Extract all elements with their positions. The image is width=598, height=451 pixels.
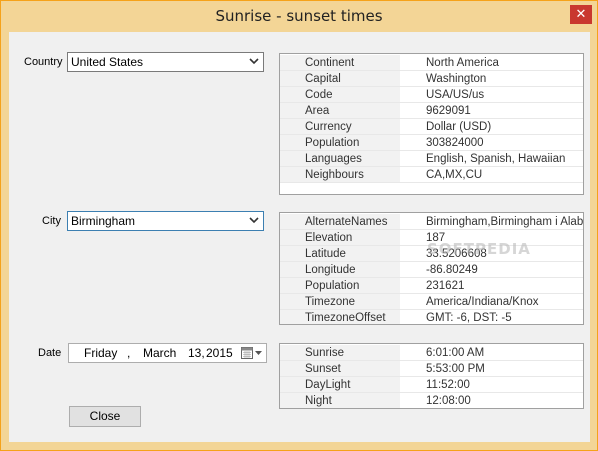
date-year[interactable]: 2015 — [206, 346, 233, 360]
property-value: Birmingham,Birmingham i Alabama — [426, 216, 583, 228]
property-value: 12:08:00 — [426, 395, 471, 407]
property-row[interactable]: Longitude -86.80249 — [280, 262, 583, 278]
country-label: Country — [24, 56, 63, 68]
property-row[interactable]: Population 231621 — [280, 278, 583, 294]
property-value: 6:01:00 AM — [426, 347, 485, 359]
property-row[interactable]: Capital Washington — [280, 71, 583, 87]
city-info-panel: AlternateNames Birmingham,Birmingham i Al… — [279, 212, 584, 325]
property-row[interactable]: Timezone America/Indiana/Knox — [280, 294, 583, 310]
property-row[interactable]: Sunrise 6:01:00 AM — [280, 345, 583, 361]
date-picker[interactable]: Friday , March 13, 2015 — [68, 343, 267, 363]
property-name: Neighbours — [280, 167, 400, 183]
property-row[interactable]: Sunset 5:53:00 PM — [280, 361, 583, 377]
title-bar[interactable]: Sunrise - sunset times ✕ — [1, 1, 597, 32]
property-name: Latitude — [280, 246, 400, 262]
property-row[interactable]: AlternateNames Birmingham,Birmingham i Al… — [280, 214, 583, 230]
window-title: Sunrise - sunset times — [215, 7, 383, 25]
property-name: Population — [280, 135, 400, 151]
property-value: America/Indiana/Knox — [426, 296, 539, 308]
window-close-button[interactable]: ✕ — [570, 5, 592, 24]
watermark: SOFTPEDIA — [427, 240, 531, 258]
property-row[interactable]: Currency Dollar (USD) — [280, 119, 583, 135]
property-name: Sunrise — [280, 345, 400, 361]
property-value: 303824000 — [426, 137, 484, 149]
property-value: North America — [426, 57, 499, 69]
property-name: Languages — [280, 151, 400, 167]
property-row[interactable]: Population 303824000 — [280, 135, 583, 151]
property-value: 5:53:00 PM — [426, 363, 485, 375]
property-row[interactable]: Area 9629091 — [280, 103, 583, 119]
app-window: Sunrise - sunset times ✕ Country United … — [0, 0, 598, 451]
property-value: 9629091 — [426, 105, 471, 117]
property-name: Continent — [280, 55, 400, 71]
property-row[interactable]: Neighbours CA,MX,CU — [280, 167, 583, 183]
property-value: Dollar (USD) — [426, 121, 492, 133]
date-day[interactable]: 13, — [188, 346, 205, 360]
property-value: English, Spanish, Hawaiian — [426, 153, 566, 165]
property-row[interactable]: TimezoneOffset GMT: -6, DST: -5 — [280, 310, 583, 324]
property-name: Sunset — [280, 361, 400, 377]
client-area: Country United States Continent North Ame… — [9, 32, 590, 442]
city-label: City — [42, 215, 61, 227]
property-value: 231621 — [426, 280, 465, 292]
city-dropdown[interactable]: Birmingham — [67, 211, 264, 231]
property-value: -86.80249 — [426, 264, 478, 276]
property-name: Capital — [280, 71, 400, 87]
property-name: Longitude — [280, 262, 400, 278]
property-name: Currency — [280, 119, 400, 135]
city-value: Birmingham — [71, 214, 136, 228]
property-value: USA/US/us — [426, 89, 485, 101]
country-value: United States — [71, 55, 144, 69]
date-weekday[interactable]: Friday — [84, 346, 117, 360]
property-name: Area — [280, 103, 400, 119]
property-row[interactable]: Night 12:08:00 — [280, 393, 583, 408]
property-row[interactable]: Continent North America — [280, 55, 583, 71]
date-separator: , — [127, 346, 131, 360]
country-info-panel: Continent North America Capital Washington C… — [279, 53, 584, 195]
date-label: Date — [38, 347, 62, 359]
property-value: Washington — [426, 73, 487, 85]
country-dropdown[interactable]: United States — [67, 52, 264, 72]
property-row[interactable]: DayLight 11:52:00 — [280, 377, 583, 393]
property-name: TimezoneOffset — [280, 310, 400, 324]
property-name: Timezone — [280, 294, 400, 310]
property-value: 11:52:00 — [426, 379, 470, 391]
property-value: CA,MX,CU — [426, 169, 483, 181]
calendar-icon[interactable] — [241, 347, 263, 359]
property-name: Night — [280, 393, 400, 408]
property-name: Elevation — [280, 230, 400, 246]
property-row[interactable]: Code USA/US/us — [280, 87, 583, 103]
property-value: GMT: -6, DST: -5 — [426, 312, 512, 324]
property-name: Population — [280, 278, 400, 294]
property-name: Code — [280, 87, 400, 103]
date-month[interactable]: March — [143, 346, 176, 360]
property-row[interactable]: Languages English, Spanish, Hawaiian — [280, 151, 583, 167]
chevron-down-icon — [249, 58, 259, 65]
property-name: DayLight — [280, 377, 400, 393]
sun-info-panel: Sunrise 6:01:00 AM Sunset 5:53:00 PM DayLigh… — [279, 343, 584, 409]
close-button[interactable]: Close — [69, 406, 141, 427]
chevron-down-icon — [249, 217, 259, 224]
property-name: AlternateNames — [280, 214, 400, 230]
